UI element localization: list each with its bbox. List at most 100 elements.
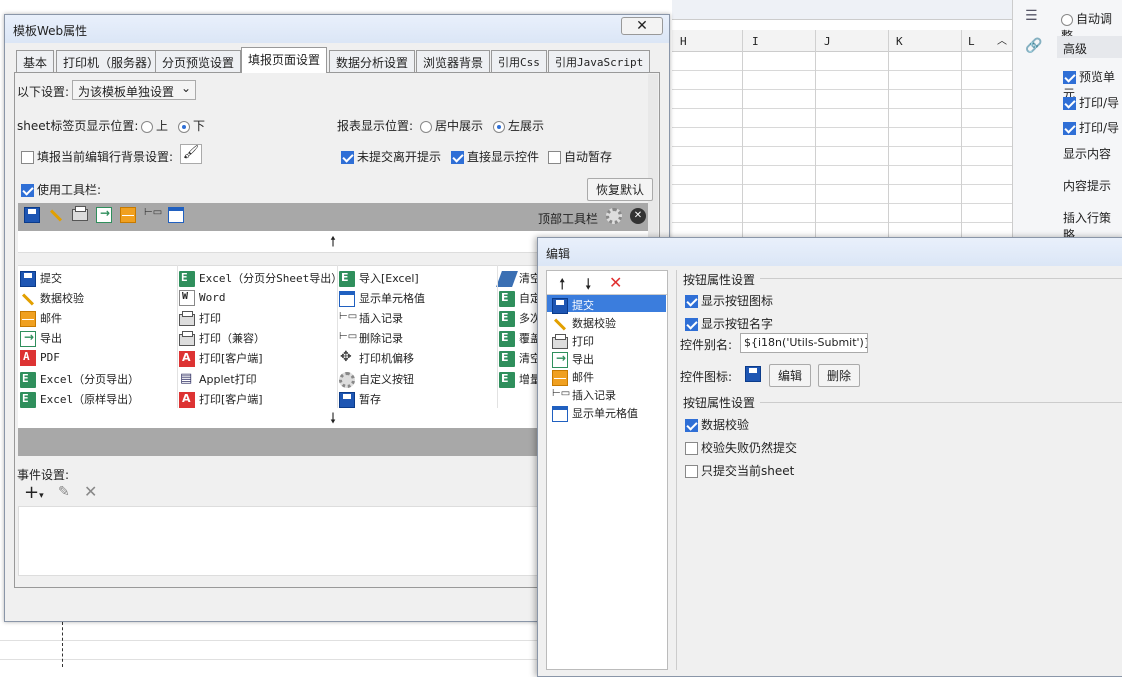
- print-export-check-1[interactable]: [1063, 97, 1076, 110]
- btn-print-compat[interactable]: 打印（兼容）: [179, 330, 265, 346]
- btn-email[interactable]: 邮件: [20, 310, 62, 327]
- print-export-label-1: 打印/导: [1079, 96, 1120, 110]
- btn-submit[interactable]: 提交: [20, 270, 62, 287]
- tab-printer-server[interactable]: 打印机（服务器）: [56, 50, 167, 72]
- tab-fill-page[interactable]: 填报页面设置: [241, 47, 328, 73]
- btn-clear-2[interactable]: 清空: [499, 350, 541, 367]
- advanced-section[interactable]: 高级: [1057, 36, 1122, 58]
- direct-ctrl-check[interactable]: [451, 151, 464, 164]
- restore-default-button[interactable]: 恢复默认: [587, 178, 654, 201]
- auto-adjust-radio[interactable]: [1061, 13, 1073, 26]
- btn-validate[interactable]: 数据校验: [20, 290, 84, 307]
- btn-overwrite[interactable]: 覆盖: [499, 330, 541, 347]
- print-icon[interactable]: [72, 206, 88, 221]
- save-icon[interactable]: [24, 207, 40, 223]
- report-center-radio[interactable]: [420, 120, 432, 133]
- btn-applet-print[interactable]: Applet打印: [179, 371, 257, 388]
- delete-event-icon[interactable]: ✕: [84, 482, 97, 501]
- btn-print[interactable]: 打印: [179, 310, 221, 326]
- tab-browser-bg[interactable]: 浏览器背景: [416, 50, 491, 72]
- list-icon[interactable]: ☰: [1025, 8, 1038, 24]
- btn-multi[interactable]: 多次: [499, 310, 541, 327]
- use-toolbar-label: 使用工具栏:: [37, 183, 102, 197]
- mail-icon[interactable]: [120, 207, 136, 223]
- btn-word[interactable]: Word: [179, 290, 226, 306]
- insert-row-icon[interactable]: [144, 207, 162, 223]
- btn-pdf[interactable]: PDF: [20, 350, 60, 366]
- remove-item-icon[interactable]: ✕: [609, 273, 622, 292]
- btn-print-client-2[interactable]: 打印[客户端]: [179, 391, 263, 408]
- btn-export[interactable]: 导出: [20, 330, 62, 347]
- row-bg-check[interactable]: [21, 151, 34, 164]
- btn-excel-sheet[interactable]: Excel（分页分Sheet导出）: [179, 270, 342, 287]
- edit-event-icon[interactable]: ✎: [58, 484, 70, 500]
- export-icon[interactable]: [96, 206, 112, 223]
- show-name-check[interactable]: [685, 318, 698, 331]
- sheet-pos-top-radio[interactable]: [141, 120, 153, 133]
- tab-data-analysis[interactable]: 数据分析设置: [329, 50, 416, 72]
- icon-delete-button[interactable]: 删除: [818, 364, 861, 387]
- btn-incremental[interactable]: 增量: [499, 371, 541, 388]
- btn-show-cell[interactable]: 显示单元格值: [339, 290, 425, 307]
- column-header-l[interactable]: L: [968, 35, 975, 48]
- show-icon-check[interactable]: [685, 295, 698, 308]
- btn-import-excel[interactable]: 导入[Excel]: [339, 270, 419, 287]
- edit-item-cell[interactable]: 显示单元格值: [552, 405, 638, 422]
- sheet-pos-bottom-radio[interactable]: [178, 120, 190, 133]
- print-export-check-2[interactable]: [1063, 122, 1076, 135]
- cell-value-icon: [552, 406, 568, 422]
- btn-custom[interactable]: 自定义按钮: [339, 371, 414, 388]
- cell-value-icon[interactable]: [168, 207, 184, 223]
- preview-cell-check[interactable]: [1063, 71, 1076, 84]
- unsubmitted-check[interactable]: [341, 151, 354, 164]
- edit-item-validate[interactable]: 数据校验: [552, 315, 616, 332]
- btn-insert-row[interactable]: 插入记录: [339, 310, 403, 327]
- close-icon[interactable]: ✕: [621, 17, 663, 35]
- excel-icon: [499, 331, 515, 347]
- column-header-j[interactable]: J: [824, 35, 831, 48]
- btn-excel-original[interactable]: Excel（原样导出）: [20, 391, 139, 408]
- column-header-k[interactable]: K: [896, 35, 903, 48]
- pencil-icon[interactable]: [48, 207, 64, 223]
- link-icon[interactable]: 🔗: [1025, 38, 1042, 54]
- edit-item-export[interactable]: 导出: [552, 351, 594, 368]
- column-header-i[interactable]: I: [752, 35, 759, 48]
- edit-item-email[interactable]: 邮件: [552, 369, 594, 386]
- column-header-h[interactable]: H: [680, 35, 687, 48]
- dialog-titlebar[interactable]: 模板Web属性 ✕: [5, 15, 669, 43]
- edit-dialog-titlebar[interactable]: 编辑: [538, 238, 1122, 266]
- settings-select[interactable]: 为该模板单独设置 ⌄: [72, 80, 196, 100]
- tab-javascript[interactable]: 引用JavaScript: [548, 50, 651, 72]
- alias-input[interactable]: ${i18n('Utils-Submit')}: [740, 333, 868, 353]
- tab-page-preview[interactable]: 分页预览设置: [155, 50, 242, 72]
- scroll-up-icon[interactable]: ︿: [997, 32, 1007, 47]
- toolbar-preview: 顶部工具栏 ✕: [18, 203, 648, 231]
- add-event-icon[interactable]: +▾: [24, 482, 44, 503]
- tab-basic[interactable]: 基本: [16, 50, 55, 72]
- current-sheet-check[interactable]: [685, 465, 698, 478]
- dialog-title: 模板Web属性: [13, 24, 88, 38]
- autosave-check[interactable]: [548, 151, 561, 164]
- use-toolbar-check[interactable]: [21, 184, 34, 197]
- validate-check[interactable]: [685, 419, 698, 432]
- icon-edit-button[interactable]: 编辑: [769, 364, 812, 387]
- btn-printer-offset[interactable]: 打印机偏移: [339, 349, 414, 367]
- btn-print-client[interactable]: 打印[客户端]: [179, 350, 263, 367]
- gear-icon[interactable]: [606, 208, 622, 224]
- btn-custom-2[interactable]: 自定: [499, 290, 541, 307]
- edit-item-insert[interactable]: 插入记录: [552, 387, 616, 404]
- btn-excel-page[interactable]: Excel（分页导出）: [20, 371, 139, 388]
- report-left-label: 左展示: [508, 119, 545, 133]
- edit-item-print[interactable]: 打印: [552, 333, 594, 349]
- tab-css[interactable]: 引用Css: [491, 50, 547, 72]
- btn-clear[interactable]: 清空: [496, 270, 541, 287]
- btn-stash[interactable]: 暂存: [339, 391, 381, 408]
- fail-submit-check[interactable]: [685, 442, 698, 455]
- bg-paint-button[interactable]: 🖌: [180, 144, 202, 164]
- row-bg-label: 填报当前编辑行背景设置:: [37, 150, 174, 164]
- remove-toolbar-icon[interactable]: ✕: [630, 208, 646, 224]
- btn-delete-row[interactable]: 删除记录: [339, 330, 403, 347]
- edit-item-submit[interactable]: 提交: [552, 297, 594, 314]
- excel-icon: [499, 372, 515, 388]
- report-left-radio[interactable]: [493, 120, 505, 133]
